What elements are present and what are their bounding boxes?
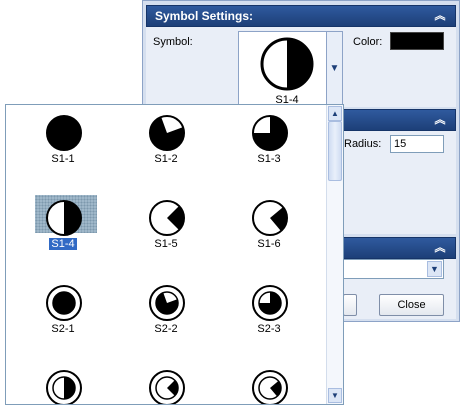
chevron-down-icon[interactable]: ▼ [427, 261, 442, 277]
symbol-icon [252, 370, 288, 404]
half-circle-symbol-icon [260, 37, 314, 91]
symbol-icon [46, 370, 82, 404]
symbol-option-label: S1-3 [257, 153, 281, 165]
collapse-chevron-icon[interactable]: ︽ [433, 110, 447, 130]
color-swatch[interactable] [390, 32, 444, 50]
symbol-option-item-11[interactable] [126, 365, 206, 404]
symbol-icon [252, 115, 288, 151]
symbol-icon [252, 285, 288, 321]
symbol-list-dropdown[interactable]: S1-1 S1-2 S1-3 S1-4 S1-5 S1-6 S2-1 S2-2 S2-3 ▲ ▼ [5, 104, 344, 405]
symbol-option-s1-4[interactable]: S1-4 [23, 195, 103, 255]
symbol-icon [149, 200, 185, 236]
symbol-option-label: S2-3 [257, 323, 281, 335]
radius-label: Radius: [344, 138, 382, 150]
symbol-option-s2-3[interactable]: S2-3 [229, 280, 309, 340]
symbol-option-label: S1-5 [154, 238, 178, 250]
symbol-option-s1-1[interactable]: S1-1 [23, 110, 103, 170]
option-select[interactable]: ▼ [343, 259, 444, 279]
symbol-icon [252, 200, 288, 236]
symbol-grid: S1-1 S1-2 S1-3 S1-4 S1-5 S1-6 S2-1 S2-2 S2-3 [6, 105, 328, 404]
symbol-icon [149, 115, 185, 151]
vertical-scrollbar[interactable]: ▲ ▼ [326, 105, 343, 404]
close-button[interactable]: Close [379, 294, 444, 316]
symbol-icon [149, 285, 185, 321]
symbol-preview[interactable]: S1-4 [238, 31, 336, 107]
symbol-icon [46, 200, 82, 236]
collapse-chevron-icon[interactable]: ︽ [433, 238, 447, 258]
radius-input[interactable]: 15 [390, 135, 444, 153]
symbol-option-s1-5[interactable]: S1-5 [126, 195, 206, 255]
symbol-option-label: S2-2 [154, 323, 178, 335]
symbol-option-label: S1-4 [49, 238, 77, 250]
symbol-option-label: S1-6 [257, 238, 281, 250]
symbol-icon [149, 370, 185, 404]
symbol-settings-header[interactable]: Symbol Settings: ︽ [146, 5, 456, 27]
symbol-label: Symbol: [153, 36, 193, 48]
collapse-chevron-icon[interactable]: ︽ [433, 6, 447, 26]
scroll-down-icon[interactable]: ▼ [328, 388, 342, 403]
symbol-dropdown-button[interactable]: ▼ [326, 31, 343, 105]
symbol-settings-title: Symbol Settings: [155, 9, 254, 23]
left-button[interactable] [343, 294, 357, 316]
symbol-option-s2-2[interactable]: S2-2 [126, 280, 206, 340]
symbol-option-s1-2[interactable]: S1-2 [126, 110, 206, 170]
symbol-option-label: S2-1 [51, 323, 75, 335]
symbol-option-s1-3[interactable]: S1-3 [229, 110, 309, 170]
symbol-icon [46, 285, 82, 321]
color-label: Color: [353, 36, 383, 48]
symbol-option-s2-1[interactable]: S2-1 [23, 280, 103, 340]
symbol-option-item-10[interactable] [23, 365, 103, 404]
symbol-icon [46, 115, 82, 151]
scroll-thumb[interactable] [328, 121, 342, 181]
symbol-option-label: S1-1 [51, 153, 75, 165]
symbol-option-item-12[interactable] [229, 365, 309, 404]
scroll-up-icon[interactable]: ▲ [328, 106, 342, 121]
symbol-option-label: S1-2 [154, 153, 178, 165]
symbol-option-s1-6[interactable]: S1-6 [229, 195, 309, 255]
